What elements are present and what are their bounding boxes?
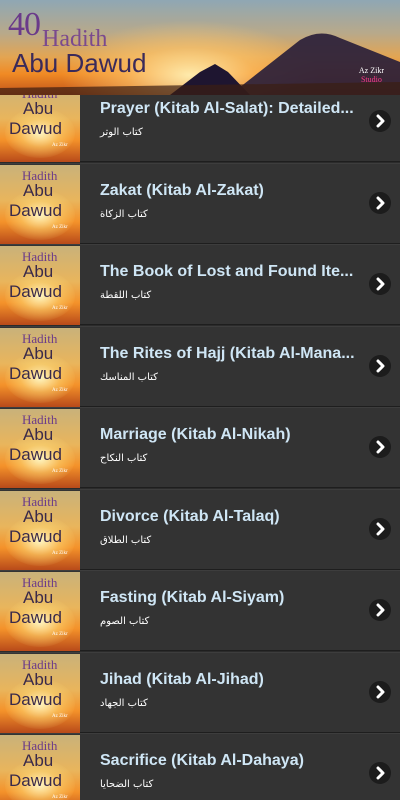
thumb-line3: Dawud — [9, 282, 62, 301]
chevron-right-icon[interactable] — [369, 599, 391, 621]
thumb-line2: Abu — [23, 262, 54, 281]
item-title: Fasting (Kitab Al-Siyam) — [100, 589, 285, 606]
thumb-brand: Az Zikr — [52, 387, 68, 393]
list-item[interactable]: Hadith Abu Dawud Az Zikr Marriage (Kitab… — [0, 407, 400, 488]
chevron-right-icon[interactable] — [369, 762, 391, 784]
list-item[interactable]: Hadith Abu Dawud Az Zikr Jihad (Kitab Al… — [0, 651, 400, 733]
chevron-right-icon[interactable] — [369, 354, 391, 377]
thumb-brand: Az Zikr — [52, 632, 68, 637]
thumb-brand: Az Zikr — [52, 713, 68, 719]
list-item[interactable]: Hadith Abu Dawud Az Zikr Fasting (Kitab … — [0, 570, 400, 651]
header-banner: 40 Hadith Abu Dawud Az Zikr Studio — [0, 0, 400, 95]
thumb-line3: Dawud — [9, 689, 62, 709]
thumb-line2: Abu — [23, 99, 54, 118]
item-title: Marriage (Kitab Al-Nikah) — [100, 426, 291, 443]
chevron-right-icon[interactable] — [369, 191, 391, 214]
thumbnail-image: Hadith Abu Dawud Az Zikr — [0, 572, 80, 651]
thumb-line3: Dawud — [9, 200, 62, 220]
list-item[interactable]: Hadith Abu Dawud Az Zikr Zakat (Kitab Al… — [0, 162, 400, 244]
item-subtitle: كتاب الطلاق — [100, 534, 152, 546]
thumb-line3: Dawud — [9, 608, 62, 627]
thumb-line3: Dawud — [9, 771, 62, 790]
item-title: The Book of Lost and Found Ite... — [100, 263, 354, 280]
thumb-line3: Dawud — [9, 119, 62, 138]
thumbnail-image: Hadith Abu Dawud Az Zikr — [0, 490, 80, 570]
item-subtitle: كتاب الزكاة — [100, 208, 148, 220]
thumb-line2: Abu — [23, 751, 54, 770]
chevron-right-icon[interactable] — [369, 436, 391, 458]
chevron-right-icon[interactable] — [369, 110, 391, 132]
item-subtitle: كتاب الصوم — [100, 616, 150, 627]
thumb-brand: Az Zikr — [52, 143, 68, 148]
item-title: Jihad (Kitab Al-Jihad) — [100, 670, 264, 688]
list-item[interactable]: Hadith Abu Dawud Az Zikr Prayer (Kitab A… — [0, 95, 400, 162]
thumb-brand: Az Zikr — [52, 550, 68, 556]
thumb-brand: Az Zikr — [52, 306, 68, 311]
list-item[interactable]: Hadith Abu Dawud Az Zikr Divorce (Kitab … — [0, 488, 400, 570]
item-subtitle: كتاب الجهاد — [100, 697, 148, 709]
thumb-line3: Dawud — [9, 526, 62, 546]
thumbnail-image: Hadith Abu Dawud Az Zikr — [0, 164, 80, 244]
chevron-right-icon[interactable] — [369, 273, 391, 295]
banner-subtitle: Abu Dawud — [12, 48, 147, 78]
thumb-line2: Abu — [23, 425, 54, 444]
thumbnail-image: Hadith Abu Dawud Az Zikr — [0, 409, 80, 488]
thumbnail-image: Hadith Abu Dawud Az Zikr — [0, 327, 80, 407]
item-title: Zakat (Kitab Al-Zakat) — [100, 181, 264, 199]
list-item[interactable]: Hadith Abu Dawud Az Zikr The Book of Los… — [0, 244, 400, 325]
item-title: Prayer (Kitab Al-Salat): Detailed... — [100, 100, 354, 117]
thumb-line2: Abu — [23, 343, 54, 363]
thumbnail-image: Hadith Abu Dawud Az Zikr — [0, 95, 80, 162]
thumbnail-image: Hadith Abu Dawud Az Zikr — [0, 735, 80, 800]
thumb-brand: Az Zikr — [52, 795, 68, 800]
list-item[interactable]: Hadith Abu Dawud Az Zikr Sacrifice (Kita… — [0, 733, 400, 800]
banner-brand: Az Zikr Studio — [359, 66, 384, 84]
banner-number: 40 — [8, 6, 41, 43]
banner-brand-name: Az Zikr — [358, 66, 384, 75]
chevron-right-icon[interactable] — [369, 517, 391, 540]
item-title: Sacrifice (Kitab Al-Dahaya) — [100, 752, 304, 769]
item-subtitle: كتاب الوتر — [100, 127, 143, 138]
thumb-brand: Az Zikr — [52, 469, 68, 474]
chevron-right-icon[interactable] — [369, 680, 391, 703]
item-subtitle: كتاب الضحايا — [100, 779, 154, 790]
chapter-list: Hadith Abu Dawud Az Zikr Prayer (Kitab A… — [0, 95, 400, 800]
item-subtitle: كتاب المناسك — [100, 371, 158, 383]
thumbnail-image: Hadith Abu Dawud Az Zikr — [0, 246, 80, 325]
thumb-line2: Abu — [23, 669, 54, 689]
thumbnail-image: Hadith Abu Dawud Az Zikr — [0, 653, 80, 733]
thumb-line2: Abu — [23, 506, 54, 526]
item-title: The Rites of Hajj (Kitab Al-Mana... — [100, 344, 355, 362]
thumb-line2: Abu — [23, 180, 54, 200]
thumb-brand: Az Zikr — [52, 224, 68, 230]
item-title: Divorce (Kitab Al-Talaq) — [100, 507, 280, 525]
thumb-line2: Abu — [23, 588, 54, 607]
item-subtitle: كتاب اللقطة — [100, 290, 152, 301]
thumb-line3: Dawud — [9, 363, 62, 383]
banner-brand-studio: Studio — [360, 75, 382, 84]
list-item[interactable]: Hadith Abu Dawud Az Zikr The Rites of Ha… — [0, 325, 400, 407]
item-subtitle: كتاب النكاح — [100, 453, 148, 464]
thumb-line3: Dawud — [9, 445, 62, 464]
